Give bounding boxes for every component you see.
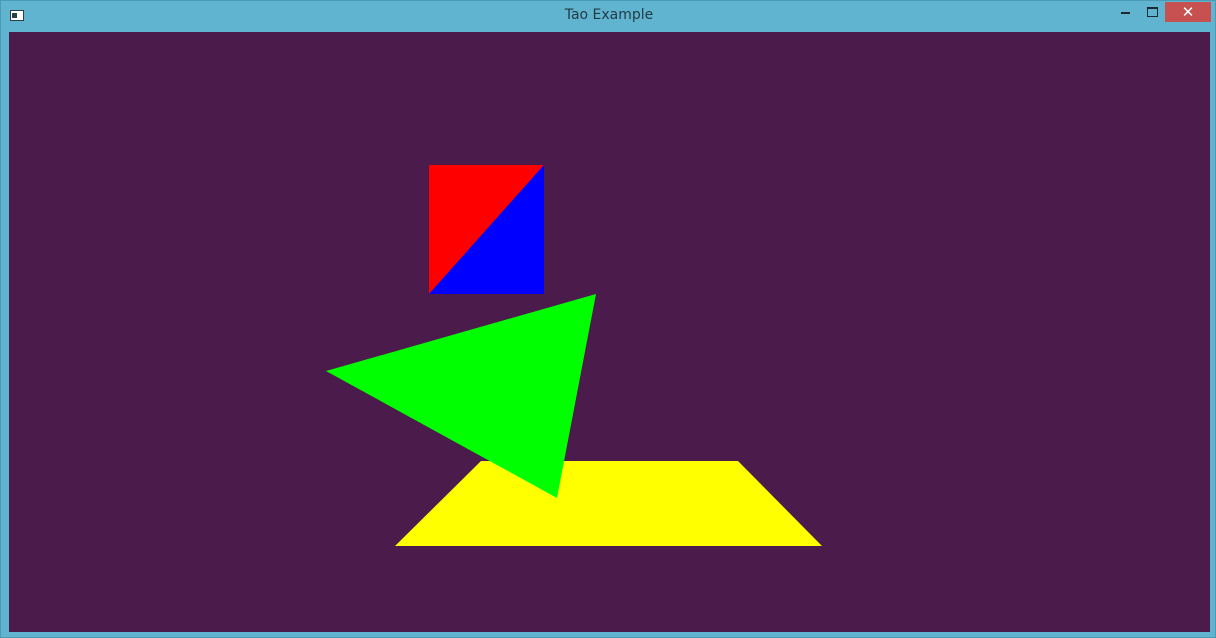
yellow-trapezoid: [395, 461, 822, 546]
scene-svg: [326, 165, 822, 546]
render-canvas[interactable]: [9, 32, 1210, 632]
app-window: Tao Example ✕: [0, 0, 1216, 638]
maximize-button[interactable]: [1139, 2, 1165, 22]
minimize-icon: [1120, 11, 1130, 14]
close-button[interactable]: ✕: [1165, 2, 1211, 22]
green-triangle: [326, 294, 596, 498]
minimize-button[interactable]: [1111, 2, 1139, 22]
window-title: Tao Example: [564, 7, 654, 23]
maximize-icon: [1146, 6, 1158, 17]
title-bar[interactable]: Tao Example ✕: [1, 1, 1216, 32]
close-icon: ✕: [1181, 3, 1195, 21]
